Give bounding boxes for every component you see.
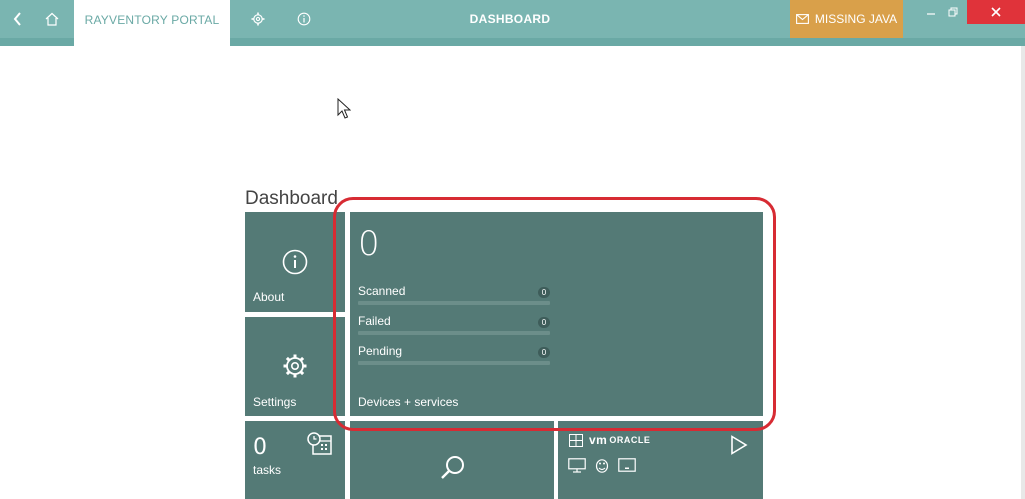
oracle-brand: ORACLE — [609, 435, 651, 445]
back-button[interactable] — [0, 0, 36, 38]
info-button[interactable] — [286, 0, 322, 38]
vm-brands-row: vm ORACLE — [569, 433, 650, 447]
close-icon — [991, 7, 1001, 17]
tasks-count: 0 — [253, 435, 267, 460]
tab-rayventory-portal[interactable]: RAYVENTORY PORTAL — [74, 0, 230, 46]
page-title: DASHBOARD — [469, 12, 551, 26]
info-icon — [297, 12, 311, 26]
monitor-icon — [568, 457, 586, 473]
missing-java-label: MISSING JAVA — [814, 12, 898, 26]
home-icon — [45, 12, 59, 26]
about-label: About — [253, 290, 285, 304]
highlight-annotation — [333, 197, 776, 431]
tasks-tile[interactable]: 0 tasks — [245, 421, 345, 499]
tasks-label: tasks — [253, 463, 282, 477]
vm-brand: vm — [589, 433, 608, 447]
restore-button[interactable] — [938, 0, 968, 24]
gear-icon — [251, 12, 265, 26]
info-icon — [282, 249, 308, 275]
mouse-cursor-icon — [337, 98, 351, 119]
dashboard-heading: Dashboard — [245, 188, 338, 209]
missing-java-button[interactable]: MISSING JAVA — [790, 0, 903, 38]
home-button[interactable] — [34, 0, 70, 38]
settings-button[interactable] — [240, 0, 276, 38]
search-icon — [441, 456, 464, 479]
tab-label: RAYVENTORY PORTAL — [84, 13, 220, 27]
platform-icons-row — [568, 457, 636, 473]
settings-tile[interactable]: Settings — [245, 317, 345, 416]
linux-icon — [595, 459, 609, 473]
search-tile[interactable] — [350, 421, 554, 499]
settings-label: Settings — [253, 395, 297, 409]
play-icon — [731, 435, 748, 455]
device-icon — [618, 458, 636, 472]
window-edge — [1021, 46, 1025, 499]
calendar-clock-icon — [307, 432, 332, 455]
mail-icon — [795, 14, 809, 24]
back-arrow-icon — [13, 12, 21, 26]
minimize-icon — [927, 13, 935, 15]
virtualization-tile[interactable]: vm ORACLE — [558, 421, 763, 499]
about-tile[interactable]: About — [245, 212, 345, 312]
restore-icon — [948, 7, 958, 17]
gear-icon — [283, 354, 307, 378]
close-button[interactable] — [967, 0, 1025, 24]
windows-icon — [569, 433, 583, 447]
